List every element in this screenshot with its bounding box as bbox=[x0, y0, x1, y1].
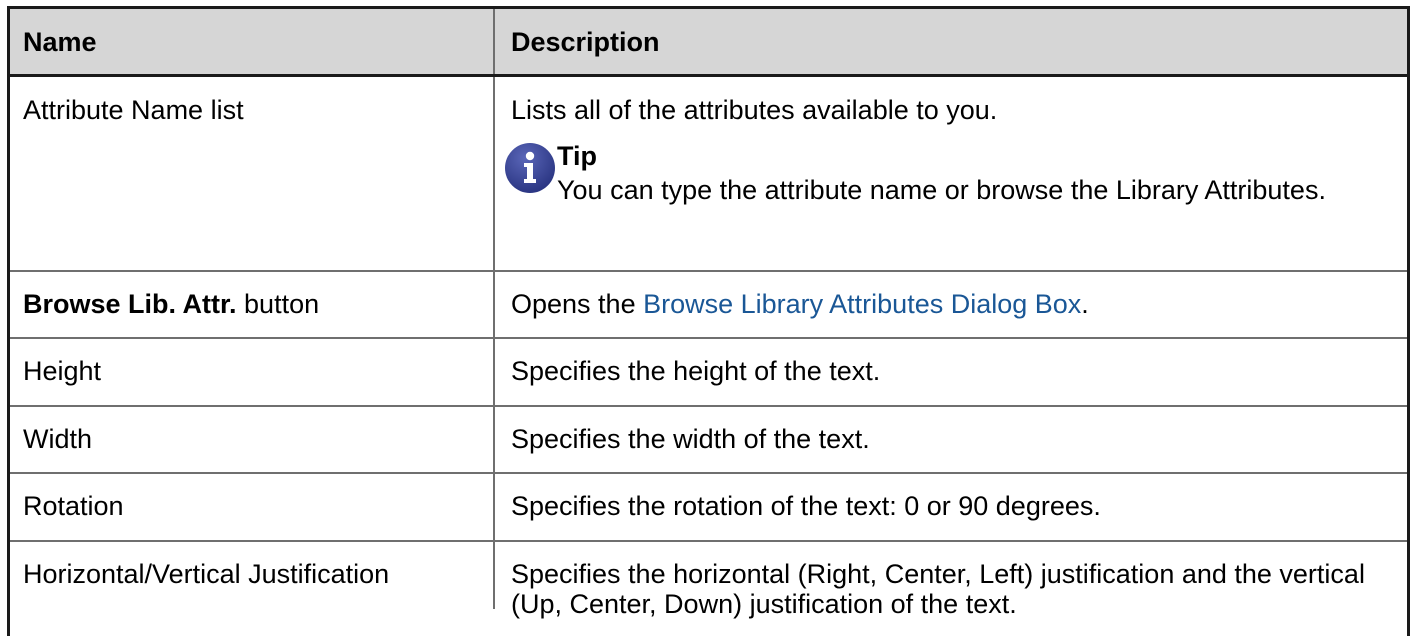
row-name: Horizontal/Vertical Justification bbox=[10, 542, 495, 609]
description-suffix: . bbox=[1081, 289, 1089, 319]
row-description: Specifies the horizontal (Right, Center,… bbox=[511, 559, 1365, 619]
description-text: Lists all of the attributes available to… bbox=[511, 95, 998, 125]
row-description: Opens the Browse Library Attributes Dial… bbox=[495, 272, 1407, 337]
row-name: Browse Lib. Attr. button bbox=[10, 272, 495, 337]
table-row: Horizontal/Vertical Justification Specif… bbox=[10, 542, 1407, 619]
browse-library-attributes-link[interactable]: Browse Library Attributes Dialog Box bbox=[643, 289, 1081, 319]
table-row: Rotation Specifies the rotation of the t… bbox=[10, 474, 1407, 542]
table-row: Height Specifies the height of the text. bbox=[10, 339, 1407, 407]
table-header-row: Name Description bbox=[10, 9, 1407, 77]
row-description: Lists all of the attributes available to… bbox=[495, 77, 1407, 270]
table-row: Width Specifies the width of the text. bbox=[10, 407, 1407, 474]
tip-box: Tip You can type the attribute name or b… bbox=[505, 141, 1377, 205]
row-name-suffix: button bbox=[236, 289, 320, 319]
row-description: Specifies the rotation of the text: 0 or… bbox=[511, 491, 1101, 521]
column-header-name: Name bbox=[10, 9, 495, 74]
description-prefix: Opens the bbox=[511, 289, 644, 319]
attributes-table: Name Description Attribute Name list Lis… bbox=[7, 6, 1410, 636]
column-header-description: Description bbox=[511, 27, 660, 57]
row-name: Rotation bbox=[10, 474, 495, 540]
tip-body: You can type the attribute name or brows… bbox=[557, 175, 1326, 205]
tip-title: Tip bbox=[557, 141, 597, 171]
row-description: Specifies the height of the text. bbox=[511, 356, 881, 386]
table-row: Browse Lib. Attr. button Opens the Brows… bbox=[10, 272, 1407, 339]
row-name: Height bbox=[10, 339, 495, 405]
table-row: Attribute Name list Lists all of the att… bbox=[10, 77, 1407, 272]
row-name: Attribute Name list bbox=[10, 77, 495, 270]
row-description: Specifies the width of the text. bbox=[511, 424, 870, 454]
info-icon bbox=[505, 143, 555, 193]
row-name: Width bbox=[10, 407, 495, 472]
button-name-label: Browse Lib. Attr. bbox=[23, 289, 237, 319]
